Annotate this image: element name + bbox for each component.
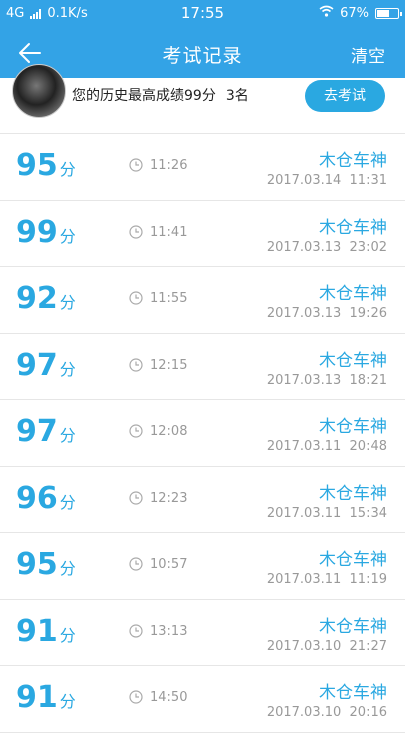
clock-icon [129, 224, 143, 239]
score: 92 分 [16, 281, 76, 321]
exam-datetime: 2017.03.11 15:34 [266, 505, 387, 521]
exam-duration: 12:15 [150, 357, 188, 373]
score: 97 分 [16, 348, 76, 388]
exam-datetime: 2017.03.11 11:19 [266, 572, 387, 587]
best-score-text: 您的历史最高成绩99分 [72, 88, 216, 104]
score-unit: 分 [59, 226, 76, 246]
exam-datetime: 2017.03.10 21:27 [266, 638, 387, 654]
exam-duration: 11:41 [150, 224, 188, 240]
score-unit: 分 [59, 492, 76, 512]
app-header: 4G 0.1K/s 17:55 67% 考试记录 清空 [0, 0, 405, 78]
exam-duration: 11:55 [150, 291, 188, 306]
clock-icon [129, 291, 143, 305]
title-bar: 考试记录 清空 [0, 28, 405, 78]
battery-percent: 67% [340, 5, 369, 21]
exam-record-list: 95 分 11:26 木仓车神 2017.03.14 11:31 99 分 11:4… [0, 134, 405, 733]
score-unit: 分 [59, 359, 76, 379]
score-value: 95 [16, 148, 58, 183]
wifi-icon [319, 5, 334, 21]
score-value: 97 [16, 347, 58, 383]
list-item[interactable]: 92 分 11:55 木仓车神 2017.03.13 19:26 [0, 267, 405, 334]
list-item[interactable]: 97 分 12:08 木仓车神 2017.03.11 20:48 [0, 400, 405, 467]
user-name: 木仓车神 [319, 151, 387, 171]
score: 91 分 [16, 614, 76, 654]
start-exam-button[interactable]: 去考试 [305, 80, 385, 112]
status-right: 67% [319, 5, 402, 21]
list-item[interactable]: 99 分 11:41 木仓车神 2017.03.13 23:02 [0, 201, 405, 267]
score-value: 97 [16, 414, 58, 449]
list-item[interactable]: 95 分 10:57 木仓车神 2017.03.11 11:19 [0, 533, 405, 600]
exam-datetime: 2017.03.14 11:31 [266, 173, 387, 188]
user-name: 木仓车神 [319, 683, 387, 703]
status-bar: 4G 0.1K/s 17:55 67% [0, 0, 405, 28]
score: 99 分 [16, 215, 76, 255]
score: 97 分 [16, 414, 76, 454]
exam-duration: 12:08 [150, 424, 188, 439]
score-unit: 分 [59, 625, 76, 645]
score-unit: 分 [59, 559, 76, 578]
clock-icon [129, 690, 143, 704]
user-name: 木仓车神 [319, 550, 387, 570]
clock-icon [129, 424, 143, 438]
score-value: 91 [16, 613, 58, 649]
exam-duration: 14:50 [150, 690, 188, 705]
clock-icon [129, 557, 143, 571]
avatar[interactable] [12, 64, 66, 118]
clear-button[interactable]: 清空 [351, 42, 385, 67]
score-unit: 分 [59, 426, 76, 445]
user-name: 木仓车神 [319, 417, 387, 437]
list-item[interactable]: 97 分 12:15 木仓车神 2017.03.13 18:21 [0, 334, 405, 400]
score-unit: 分 [59, 692, 76, 711]
score-value: 96 [16, 480, 58, 516]
score: 95 分 [16, 547, 76, 587]
exam-datetime: 2017.03.13 23:02 [266, 239, 387, 255]
score-unit: 分 [59, 160, 76, 179]
battery-icon [375, 7, 402, 19]
summary-text: 您的历史最高成绩99分 3名 [72, 85, 249, 105]
user-name: 木仓车神 [319, 350, 387, 371]
exam-duration: 12:23 [150, 490, 188, 506]
score: 95 分 [16, 148, 76, 188]
user-name: 木仓车神 [319, 483, 387, 504]
clock-icon [129, 623, 143, 638]
score: 91 分 [16, 680, 76, 720]
best-score-summary: 您的历史最高成绩99分 3名 去考试 [0, 64, 405, 134]
exam-datetime: 2017.03.13 19:26 [266, 306, 387, 321]
list-item[interactable]: 95 分 11:26 木仓车神 2017.03.14 11:31 [0, 134, 405, 201]
score-value: 92 [16, 281, 58, 316]
exam-duration: 10:57 [150, 557, 188, 572]
user-name: 木仓车神 [319, 616, 387, 637]
exam-datetime: 2017.03.11 20:48 [266, 439, 387, 454]
page-title: 考试记录 [162, 45, 243, 67]
score-value: 91 [16, 680, 58, 715]
exam-duration: 11:26 [150, 158, 188, 173]
clock-icon [129, 490, 143, 505]
exam-datetime: 2017.03.13 18:21 [266, 372, 387, 388]
score-value: 99 [16, 214, 58, 250]
list-item[interactable]: 91 分 14:50 木仓车神 2017.03.10 20:16 [0, 666, 405, 733]
exam-datetime: 2017.03.10 20:16 [266, 705, 387, 720]
rank-text: 3名 [225, 88, 249, 104]
list-item[interactable]: 96 分 12:23 木仓车神 2017.03.11 15:34 [0, 467, 405, 533]
exam-duration: 13:13 [150, 623, 188, 639]
list-item[interactable]: 91 分 13:13 木仓车神 2017.03.10 21:27 [0, 600, 405, 666]
clock-icon [129, 158, 143, 172]
clock-icon [129, 357, 143, 372]
score: 96 分 [16, 481, 76, 521]
user-name: 木仓车神 [319, 284, 387, 304]
user-name: 木仓车神 [319, 217, 387, 238]
score-unit: 分 [59, 293, 76, 312]
score-value: 95 [16, 547, 58, 582]
